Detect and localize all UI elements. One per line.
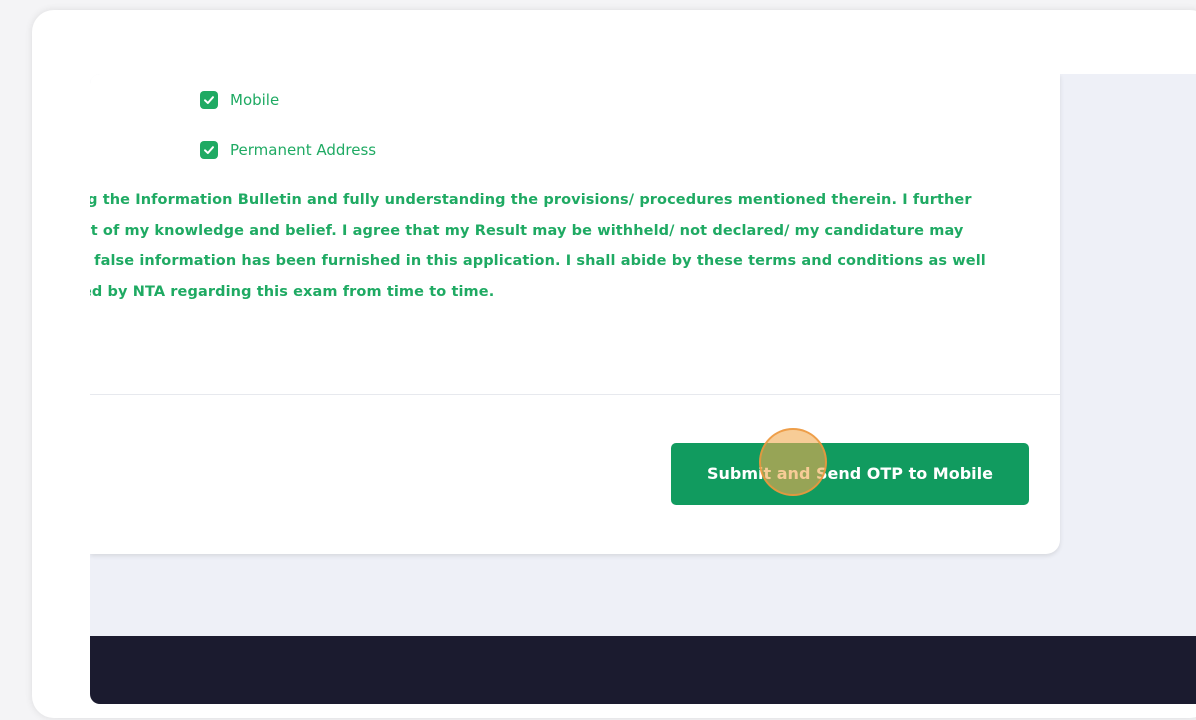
submit-send-otp-button[interactable]: Submit and Send OTP to Mobile xyxy=(671,443,1029,505)
checkmark-icon xyxy=(204,96,214,104)
checkbox-permanent-address[interactable] xyxy=(200,141,218,159)
click-indicator xyxy=(759,428,827,496)
checkbox-row-permanent-address[interactable]: Permanent Address xyxy=(200,141,376,159)
card-divider xyxy=(90,394,1060,395)
page-viewport: Mobile Permanent Address ıg the Informat… xyxy=(90,74,1196,704)
checkbox-label-permanent-address: Permanent Address xyxy=(230,141,377,159)
declaration-text: ıg the Information Bulletin and fully un… xyxy=(90,185,1042,307)
browser-frame: Mobile Permanent Address ıg the Informat… xyxy=(32,10,1196,718)
page-footer xyxy=(90,636,1196,704)
checkbox-row-mobile[interactable]: Mobile xyxy=(200,91,279,109)
declaration-card: Mobile Permanent Address ıg the Informat… xyxy=(90,74,1060,554)
checkbox-label-mobile: Mobile xyxy=(230,91,280,109)
declaration-line: ıg the Information Bulletin and fully un… xyxy=(90,192,972,208)
declaration-line: st of my knowledge and belief. I agree t… xyxy=(90,222,964,239)
checkmark-icon xyxy=(204,146,214,154)
declaration-line: ed by NTA regarding this exam from time … xyxy=(90,283,495,300)
checkbox-mobile[interactable] xyxy=(200,91,218,109)
declaration-line: t false information has been furnished i… xyxy=(90,253,986,269)
